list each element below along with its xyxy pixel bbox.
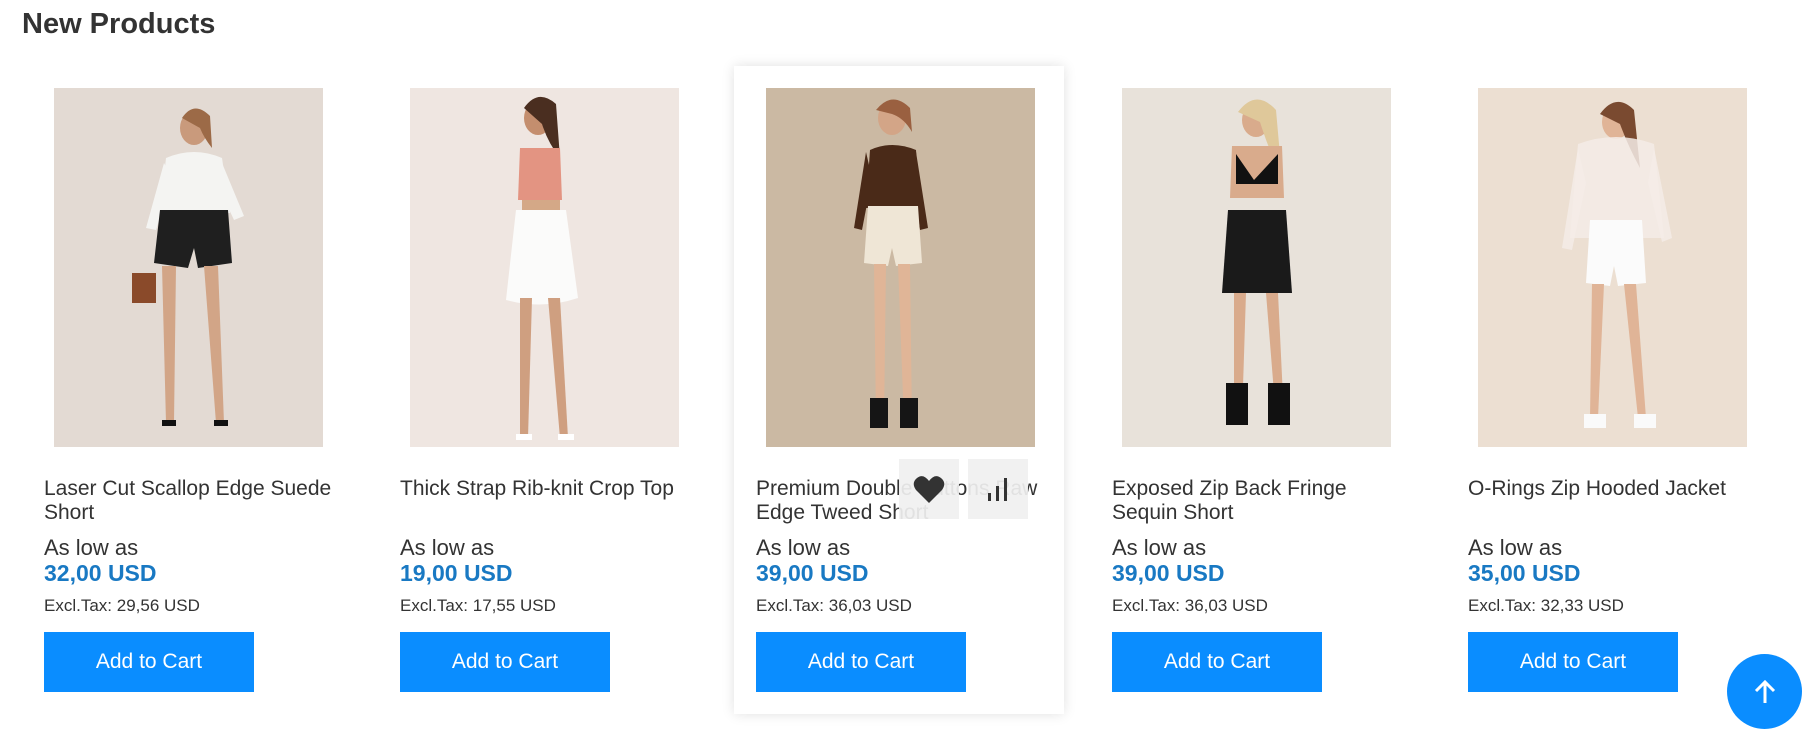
product-image[interactable] — [410, 88, 679, 447]
price-excl-tax: Excl.Tax: 17,55 USD — [400, 596, 556, 615]
bar-chart-icon — [988, 478, 1007, 501]
product-name[interactable]: Exposed Zip Back Fringe Sequin Short — [1112, 477, 1402, 525]
product-name[interactable]: O-Rings Zip Hooded Jacket — [1468, 477, 1758, 501]
add-to-cart-button[interactable]: Add to Cart — [1468, 632, 1678, 692]
product-price: 39,00 USD — [1112, 560, 1225, 586]
price-prefix: As low as — [756, 535, 851, 560]
product-card: Thick Strap Rib-knit Crop Top As low as … — [378, 66, 708, 714]
product-card: Laser Cut Scallop Edge Suede Short As lo… — [22, 66, 352, 714]
product-name[interactable]: Thick Strap Rib-knit Crop Top — [400, 477, 690, 501]
product-image[interactable] — [54, 88, 323, 447]
price-prefix: As low as — [44, 535, 139, 560]
product-image[interactable] — [766, 88, 1035, 447]
product-card: Exposed Zip Back Fringe Sequin Short As … — [1090, 66, 1420, 714]
product-image[interactable] — [1122, 88, 1391, 447]
add-to-cart-button[interactable]: Add to Cart — [1112, 632, 1322, 692]
heart-icon — [913, 476, 945, 503]
add-to-compare-button[interactable] — [968, 459, 1028, 519]
product-name[interactable]: Laser Cut Scallop Edge Suede Short — [44, 477, 334, 525]
price-excl-tax: Excl.Tax: 36,03 USD — [756, 596, 912, 615]
arrow-up-icon — [1754, 679, 1775, 703]
price-excl-tax: Excl.Tax: 29,56 USD — [44, 596, 200, 615]
product-price: 35,00 USD — [1468, 560, 1581, 586]
product-price: 32,00 USD — [44, 560, 157, 586]
price-excl-tax: Excl.Tax: 36,03 USD — [1112, 596, 1268, 615]
product-image[interactable] — [1478, 88, 1747, 447]
add-to-cart-button[interactable]: Add to Cart — [400, 632, 610, 692]
price-prefix: As low as — [1468, 535, 1563, 560]
price-excl-tax: Excl.Tax: 32,33 USD — [1468, 596, 1624, 615]
price-prefix: As low as — [1112, 535, 1207, 560]
product-price: 19,00 USD — [400, 560, 513, 586]
add-to-cart-button[interactable]: Add to Cart — [756, 632, 966, 692]
product-card: O-Rings Zip Hooded Jacket As low as 35,0… — [1446, 66, 1776, 714]
product-grid: Laser Cut Scallop Edge Suede Short As lo… — [0, 0, 1811, 733]
add-to-wishlist-button[interactable] — [899, 459, 959, 519]
price-prefix: As low as — [400, 535, 495, 560]
product-price: 39,00 USD — [756, 560, 869, 586]
add-to-cart-button[interactable]: Add to Cart — [44, 632, 254, 692]
scroll-to-top-button[interactable] — [1727, 654, 1802, 729]
product-card: Premium Double Buttons Raw Edge Tweed Sh… — [734, 66, 1064, 714]
